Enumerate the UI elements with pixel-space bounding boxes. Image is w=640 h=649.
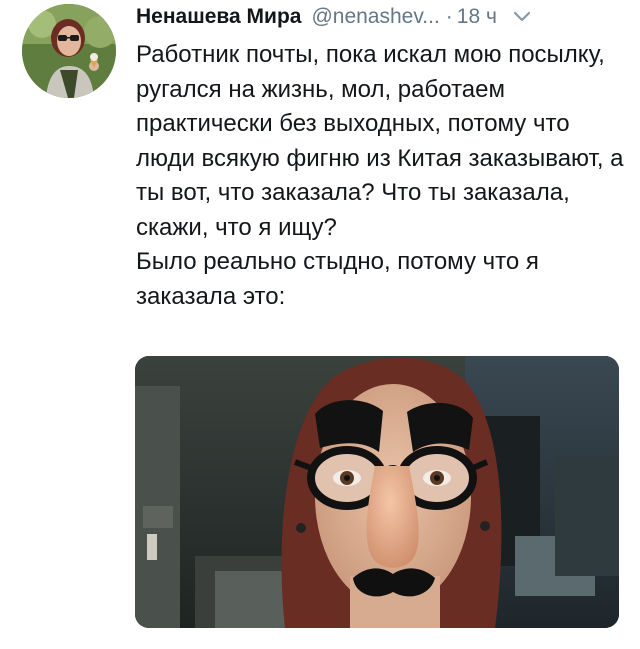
avatar-photo bbox=[22, 4, 116, 98]
author-name[interactable]: Ненашева Мира bbox=[136, 5, 301, 29]
author-handle[interactable]: @nenashev... bbox=[311, 5, 439, 29]
separator-dot: · bbox=[445, 5, 453, 28]
tweet-header: Ненашева Мира @nenashev... · 18 ч bbox=[136, 0, 626, 34]
tweet-text: Работник почты, пока искал мою посылку, … bbox=[136, 38, 626, 314]
avatar[interactable] bbox=[22, 4, 116, 98]
tweet[interactable]: Ненашева Мира @nenashev... · 18 ч Работн… bbox=[0, 0, 640, 649]
chevron-down-icon[interactable] bbox=[513, 11, 531, 23]
tweet-content: Ненашева Мира @nenashev... · 18 ч Работн… bbox=[136, 0, 626, 314]
tweet-media-photo[interactable] bbox=[135, 356, 619, 628]
tweet-text-paragraph-1: Работник почты, пока искал мою посылку, … bbox=[136, 41, 624, 241]
timestamp[interactable]: 18 ч bbox=[457, 5, 497, 29]
photo-image bbox=[135, 356, 619, 628]
tweet-text-paragraph-2: Было реально стыдно, потому что я заказа… bbox=[136, 248, 539, 310]
